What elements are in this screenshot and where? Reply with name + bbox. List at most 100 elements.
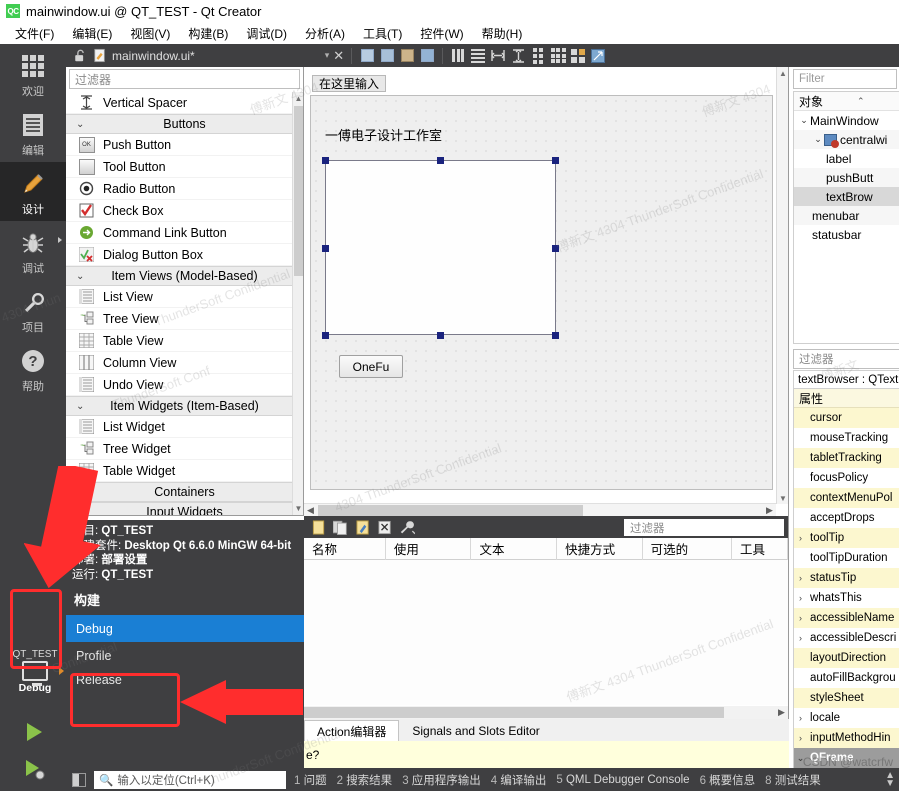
- menubar-placeholder[interactable]: 在这里输入: [312, 75, 387, 92]
- menu-item-7[interactable]: 控件(W): [411, 23, 472, 44]
- mode-button-help[interactable]: ? 帮助: [0, 339, 66, 398]
- delete-action-icon[interactable]: [377, 519, 393, 535]
- widget-item-16[interactable]: Tree Widget: [66, 438, 303, 460]
- mode-button-edit[interactable]: 编辑: [0, 103, 66, 162]
- action-column-header-5[interactable]: 工具: [732, 537, 789, 560]
- action-column-header-4[interactable]: 可选的: [643, 537, 732, 560]
- action-editor-scrollbar[interactable]: ▶: [304, 706, 788, 719]
- widget-item-5[interactable]: Check Box: [66, 200, 303, 222]
- layout-grid-icon[interactable]: [550, 48, 566, 64]
- debug-run-button[interactable]: [22, 757, 46, 784]
- widget-category-8[interactable]: ⌄ Item Views (Model-Based): [66, 266, 303, 286]
- text-browser-widget[interactable]: [325, 160, 556, 335]
- property-editor[interactable]: 属性 cursor mouseTracking tabletTracking focu…: [793, 389, 899, 769]
- mode-button-projects[interactable]: 项目: [0, 280, 66, 339]
- chevron-right-icon[interactable]: ›: [794, 733, 807, 743]
- chevron-right-icon[interactable]: ▶: [775, 706, 788, 719]
- menu-item-8[interactable]: 帮助(H): [473, 23, 532, 44]
- widget-category-14[interactable]: ⌄ Item Widgets (Item-Based): [66, 396, 303, 416]
- menu-item-2[interactable]: 视图(V): [121, 23, 179, 44]
- push-button-widget[interactable]: OneFu: [339, 355, 403, 378]
- property-row-styleSheet[interactable]: styleSheet: [794, 688, 899, 708]
- widget-item-9[interactable]: List View: [66, 286, 303, 308]
- chevron-up-icon[interactable]: ▲: [293, 92, 304, 105]
- build-option-release[interactable]: Release: [66, 669, 304, 723]
- chevron-down-icon[interactable]: ▾: [325, 50, 330, 61]
- property-row-locale[interactable]: › locale: [794, 708, 899, 728]
- edit-widgets-icon[interactable]: [359, 48, 375, 64]
- edit-signals-slots-icon[interactable]: [379, 48, 395, 64]
- widget-item-4[interactable]: Radio Button: [66, 178, 303, 200]
- property-row-accessibleDescri[interactable]: › accessibleDescri: [794, 628, 899, 648]
- output-pane-概要信息[interactable]: 6 概要信息: [700, 772, 756, 788]
- chevron-down-icon[interactable]: ⌄: [798, 115, 810, 126]
- property-row-autoFillBackgrou[interactable]: autoFillBackgrou: [794, 668, 899, 688]
- output-pane-编译输出[interactable]: 4 编译输出: [491, 772, 547, 788]
- locator-input[interactable]: 🔍 输入以定位(Ctrl+K): [94, 770, 286, 789]
- action-column-header-0[interactable]: 名称: [304, 537, 386, 560]
- object-inspector[interactable]: 对象 ⌃ ⌄ MainWindow ⌄ centralwi label pushButt t…: [793, 91, 899, 344]
- property-row-layoutDirection[interactable]: layoutDirection: [794, 648, 899, 668]
- chevron-down-icon[interactable]: ▼: [777, 492, 789, 504]
- property-row-contextMenuPol[interactable]: contextMenuPol: [794, 488, 899, 508]
- edit-action-icon[interactable]: [355, 519, 371, 535]
- object-tree-item-MainWindow[interactable]: ⌄ MainWindow: [794, 111, 899, 130]
- widget-item-0[interactable]: Vertical Spacer: [66, 92, 303, 114]
- tab-action-editor[interactable]: Action编辑器: [304, 720, 400, 741]
- action-column-header-2[interactable]: 文本: [471, 537, 558, 560]
- property-row-toolTip[interactable]: › toolTip: [794, 528, 899, 548]
- object-tree-item-centralwi[interactable]: ⌄ centralwi: [794, 130, 899, 149]
- kit-selector[interactable]: QT_TEST Debug: [10, 633, 64, 709]
- action-editor-filter-input[interactable]: 过滤器: [624, 519, 784, 536]
- object-tree-item-menubar[interactable]: menubar: [794, 206, 899, 225]
- menu-item-0[interactable]: 文件(F): [6, 23, 63, 44]
- open-file-name[interactable]: mainwindow.ui*: [112, 49, 195, 63]
- widget-box-scrollbar[interactable]: ▲ ▼: [292, 92, 303, 515]
- chevron-down-icon[interactable]: ▼: [293, 502, 304, 515]
- widget-category-18[interactable]: › Containers: [66, 482, 303, 502]
- property-row-whatsThis[interactable]: › whatsThis: [794, 588, 899, 608]
- menu-item-3[interactable]: 构建(B): [179, 23, 237, 44]
- unlocked-icon[interactable]: [72, 48, 88, 64]
- design-canvas[interactable]: 在这里输入 一傅电子设计工作室 OneFu ▲ ▼ ◀ ▶: [304, 67, 789, 516]
- tab-signals-slots-editor[interactable]: Signals and Slots Editor: [399, 720, 553, 741]
- break-layout-icon[interactable]: [570, 48, 586, 64]
- widget-item-12[interactable]: Column View: [66, 352, 303, 374]
- output-pane-搜索结果[interactable]: 2 搜索结果: [337, 772, 393, 788]
- widget-category-1[interactable]: ⌄ Buttons: [66, 114, 303, 134]
- scrollbar-thumb[interactable]: [318, 505, 583, 516]
- property-row-acceptDrops[interactable]: acceptDrops: [794, 508, 899, 528]
- close-icon[interactable]: ✕: [333, 48, 344, 64]
- property-row-mouseTracking[interactable]: mouseTracking: [794, 428, 899, 448]
- widget-item-7[interactable]: Dialog Button Box: [66, 244, 303, 266]
- menu-item-6[interactable]: 工具(T): [354, 23, 411, 44]
- object-tree-item-statusbar[interactable]: statusbar: [794, 225, 899, 244]
- chevron-down-icon[interactable]: ⌄: [812, 134, 824, 145]
- layout-splitter-h-icon[interactable]: [490, 48, 506, 64]
- layout-splitter-v-icon[interactable]: [510, 48, 526, 64]
- build-option-debug[interactable]: Debug: [66, 615, 304, 642]
- widget-item-3[interactable]: Tool Button: [66, 156, 303, 178]
- property-row-cursor[interactable]: cursor: [794, 408, 899, 428]
- resize-handle-top-center[interactable]: [437, 157, 444, 164]
- sidebar-toggle-icon[interactable]: [72, 772, 86, 787]
- run-button[interactable]: [22, 720, 46, 747]
- action-column-header-3[interactable]: 快捷方式: [557, 537, 643, 560]
- property-row-accessibleName[interactable]: › accessibleName: [794, 608, 899, 628]
- resize-handle-middle-right[interactable]: [552, 245, 559, 252]
- canvas-horizontal-scrollbar[interactable]: ◀ ▶: [304, 503, 776, 516]
- property-row-inputMethodHin[interactable]: › inputMethodHin: [794, 728, 899, 748]
- layout-horizontal-icon[interactable]: [450, 48, 466, 64]
- resize-handle-bottom-center[interactable]: [437, 332, 444, 339]
- widget-item-17[interactable]: Table Widget: [66, 460, 303, 482]
- form-surface[interactable]: 一傅电子设计工作室 OneFu: [310, 95, 773, 490]
- layout-form-icon[interactable]: [530, 47, 546, 64]
- mode-button-welcome[interactable]: 欢迎: [0, 44, 66, 103]
- chevron-right-icon[interactable]: ›: [794, 613, 807, 623]
- copy-action-icon[interactable]: [333, 519, 349, 535]
- widget-item-2[interactable]: OK Push Button: [66, 134, 303, 156]
- edit-buddies-icon[interactable]: [399, 48, 415, 64]
- form-label-widget[interactable]: 一傅电子设计工作室: [325, 125, 442, 144]
- layout-vertical-icon[interactable]: [470, 48, 486, 64]
- widget-item-15[interactable]: List Widget: [66, 416, 303, 438]
